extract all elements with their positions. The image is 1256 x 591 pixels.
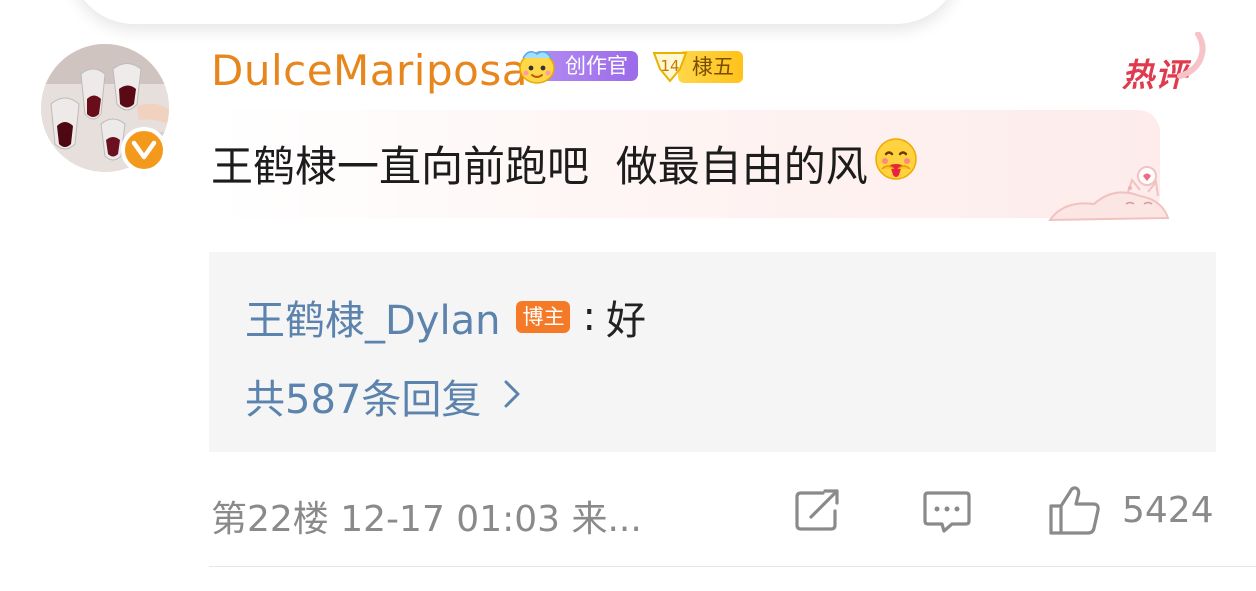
like-button[interactable]: 5424: [1048, 484, 1214, 536]
reply-button[interactable]: [922, 489, 972, 535]
thumbs-up-icon: [1049, 486, 1100, 535]
floor-badge[interactable]: 14 棣五: [650, 49, 743, 85]
previous-card-edge: [70, 0, 960, 24]
like-count: 5424: [1122, 489, 1214, 531]
share-button[interactable]: [793, 489, 841, 533]
sleeping-cat-deco-icon: [1048, 166, 1170, 222]
comment-body: 王鹤棣一直向前跑吧 做最自由的风: [211, 133, 920, 194]
reply-colon: :: [582, 294, 596, 340]
blogger-badge: 博主: [516, 301, 571, 333]
replies-count-label: 共587条回复: [245, 377, 482, 423]
comment-text: 王鹤棣一直向前跑吧 做最自由的风: [211, 142, 868, 191]
chevron-right-icon: [503, 373, 521, 419]
share-icon: [795, 489, 839, 531]
floor-level: 14: [660, 57, 679, 75]
creator-badge[interactable]: 创作官: [515, 46, 638, 86]
hot-flame-deco-icon: [1177, 32, 1206, 79]
floor-badge-icon: 14: [652, 52, 688, 83]
reply-preview[interactable]: 王鹤棣_Dylan 博主 : 好: [245, 288, 646, 346]
username[interactable]: DulceMariposa: [211, 46, 528, 95]
reply-text: 好: [605, 298, 646, 344]
hug-love-emoji: [872, 135, 920, 193]
comment-icon: [923, 491, 971, 533]
reply-author[interactable]: 王鹤棣_Dylan: [245, 288, 500, 346]
divider: [209, 566, 1256, 567]
view-all-replies-link[interactable]: 共587条回复: [245, 367, 521, 425]
comment-meta: 第22楼 12-17 01:03 来...: [211, 499, 642, 540]
verified-v-icon: [121, 127, 167, 173]
creator-mascot-icon: [519, 51, 555, 84]
